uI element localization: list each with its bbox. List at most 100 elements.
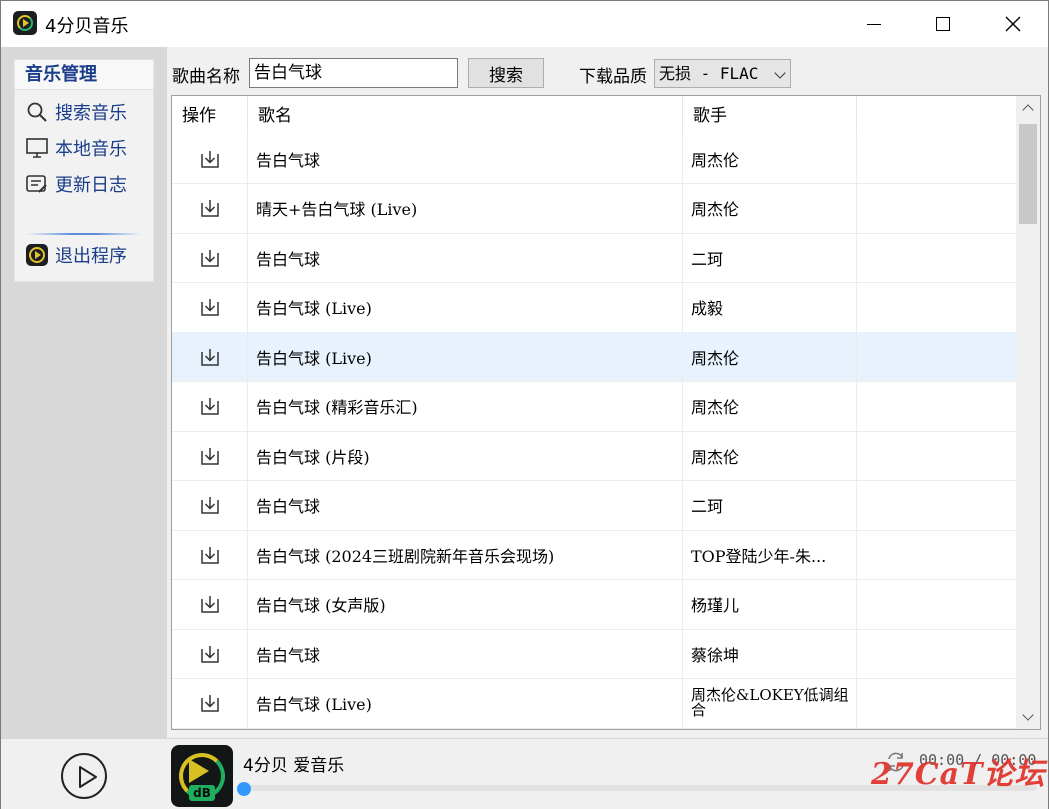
table-row[interactable]: 告白气球 蔡徐坤 [172,629,1017,679]
table-row[interactable]: 告白气球 (2024三班剧院新年音乐会现场) TOP登陆少年-朱... [172,530,1017,580]
download-icon [199,296,221,318]
title-bar: 4分贝音乐 [1,1,1048,47]
scroll-up-button[interactable] [1016,96,1040,120]
nav-header: 音乐管理 [15,60,153,90]
table-header: 操作 歌名 歌手 [172,96,1017,134]
download-button[interactable] [172,183,248,233]
minimize-button[interactable] [839,1,909,47]
download-button[interactable] [172,233,248,282]
download-icon [199,643,221,665]
nav-item-label: 本地音乐 [55,139,127,160]
download-icon [199,544,221,566]
song-name-cell: 告白气球 [248,480,683,530]
artist-cell: 杨瑾儿 [683,579,857,629]
download-button[interactable] [172,579,248,629]
maximize-button[interactable] [908,1,978,47]
scroll-down-button[interactable] [1016,705,1040,729]
search-toolbar: 歌曲名称 告白气球 搜索 下载品质 无损 - FLAC [167,47,1048,95]
table-row[interactable]: 告白气球 二珂 [172,233,1017,283]
nav-item-search-music[interactable]: 搜索音乐 [25,98,145,126]
download-button[interactable] [172,678,248,728]
artist-cell: 周杰伦 [683,431,857,480]
nav-item-exit[interactable]: 退出程序 [25,241,145,269]
maximize-icon [936,17,950,31]
search-icon [25,100,49,124]
table-row[interactable]: 告白气球 周杰伦 [172,134,1017,184]
song-name-cell: 告白气球 (2024三班剧院新年音乐会现场) [248,530,683,579]
watermark-text: 27CaT论坛 [871,757,1046,792]
chevron-down-icon [1022,709,1034,721]
cover-badge: dB [189,785,215,801]
close-icon [1005,16,1021,32]
artist-cell: 二珂 [683,480,857,530]
download-button[interactable] [172,282,248,332]
now-playing-title: 4分贝 爱音乐 [243,756,345,776]
play-button[interactable] [61,753,107,799]
quality-label: 下载品质 [579,67,647,87]
window-title: 4分贝音乐 [45,16,129,37]
chevron-down-icon [774,67,786,79]
sidebar: 音乐管理 搜索音乐 本地音乐 更新日志 退出程序 [1,47,167,738]
artist-cell: 周杰伦 [683,381,857,431]
artist-cell: 周杰伦 [683,332,857,381]
artist-cell: TOP登陆少年-朱... [683,530,857,579]
table-row[interactable]: 告白气球 (女声版) 杨瑾儿 [172,579,1017,630]
download-icon [199,593,221,615]
download-button[interactable] [172,431,248,480]
scroll-thumb[interactable] [1019,124,1037,224]
exit-app-icon [25,243,49,267]
column-header-artist[interactable]: 歌手 [683,96,857,134]
song-name-cell: 告白气球 (片段) [248,431,683,480]
close-button[interactable] [978,1,1048,47]
download-icon [199,445,221,467]
app-window: 4分贝音乐 音乐管理 搜索音乐 本地音乐 更新日志 退出程序 歌曲名称 告白气球… [0,0,1049,809]
song-name-cell: 告白气球 (女声版) [248,579,683,629]
download-button[interactable] [172,381,248,431]
download-button[interactable] [172,134,248,183]
table-row[interactable]: 告白气球 二珂 [172,480,1017,531]
nav-panel: 音乐管理 搜索音乐 本地音乐 更新日志 退出程序 [14,59,154,282]
nav-item-local-music[interactable]: 本地音乐 [25,134,145,162]
download-button[interactable] [172,332,248,381]
results-table: 操作 歌名 歌手 告白气球 周杰伦 晴天+告白气球 (Live) 周杰伦 告白气球 二珂告… [171,95,1041,730]
song-name-cell: 告白气球 (Live) [248,282,683,332]
quality-select[interactable]: 无损 - FLAC [654,59,791,88]
song-name-cell: 晴天+告白气球 (Live) [248,183,683,233]
table-row[interactable]: 晴天+告白气球 (Live) 周杰伦 [172,183,1017,234]
download-icon [199,692,221,714]
table-row[interactable]: 告白气球 (片段) 周杰伦 [172,431,1017,481]
vertical-scrollbar[interactable] [1016,96,1040,729]
player-bar: dB 4分贝 爱音乐 00:00 / 00:00 27CaT论坛 [1,738,1048,809]
album-cover: dB [171,745,233,807]
song-name-input[interactable]: 告白气球 [249,58,458,88]
monitor-icon [25,136,49,160]
search-button[interactable]: 搜索 [468,58,544,88]
download-icon [199,197,221,219]
table-row[interactable]: 告白气球 (Live) 周杰伦 [172,332,1017,382]
progress-knob[interactable] [237,782,251,796]
song-name-cell: 告白气球 [248,233,683,282]
artist-cell: 周杰伦 [683,134,857,183]
song-name-cell: 告白气球 (Live) [248,332,683,381]
nav-item-label: 退出程序 [55,246,127,267]
table-row[interactable]: 告白气球 (精彩音乐汇) 周杰伦 [172,381,1017,432]
download-icon [199,148,221,170]
column-header-name[interactable]: 歌名 [248,96,683,134]
table-row[interactable]: 告白气球 (Live) 周杰伦&LOKEY低调组合 [172,678,1017,729]
quality-value: 无损 - FLAC [659,64,759,83]
song-name-cell: 告白气球 [248,134,683,183]
download-button[interactable] [172,629,248,678]
nav-item-label: 搜索音乐 [55,103,127,124]
chevron-up-icon [1022,104,1034,116]
song-name-cell: 告白气球 (精彩音乐汇) [248,381,683,431]
download-icon [199,247,221,269]
nav-item-update-log[interactable]: 更新日志 [25,170,145,198]
download-button[interactable] [172,480,248,530]
column-header-op[interactable]: 操作 [172,96,248,134]
nav-item-label: 更新日志 [55,175,127,196]
song-name-cell: 告白气球 [248,629,683,678]
download-button[interactable] [172,530,248,579]
play-icon [79,766,97,788]
table-row[interactable]: 告白气球 (Live) 成毅 [172,282,1017,333]
artist-cell: 二珂 [683,233,857,282]
